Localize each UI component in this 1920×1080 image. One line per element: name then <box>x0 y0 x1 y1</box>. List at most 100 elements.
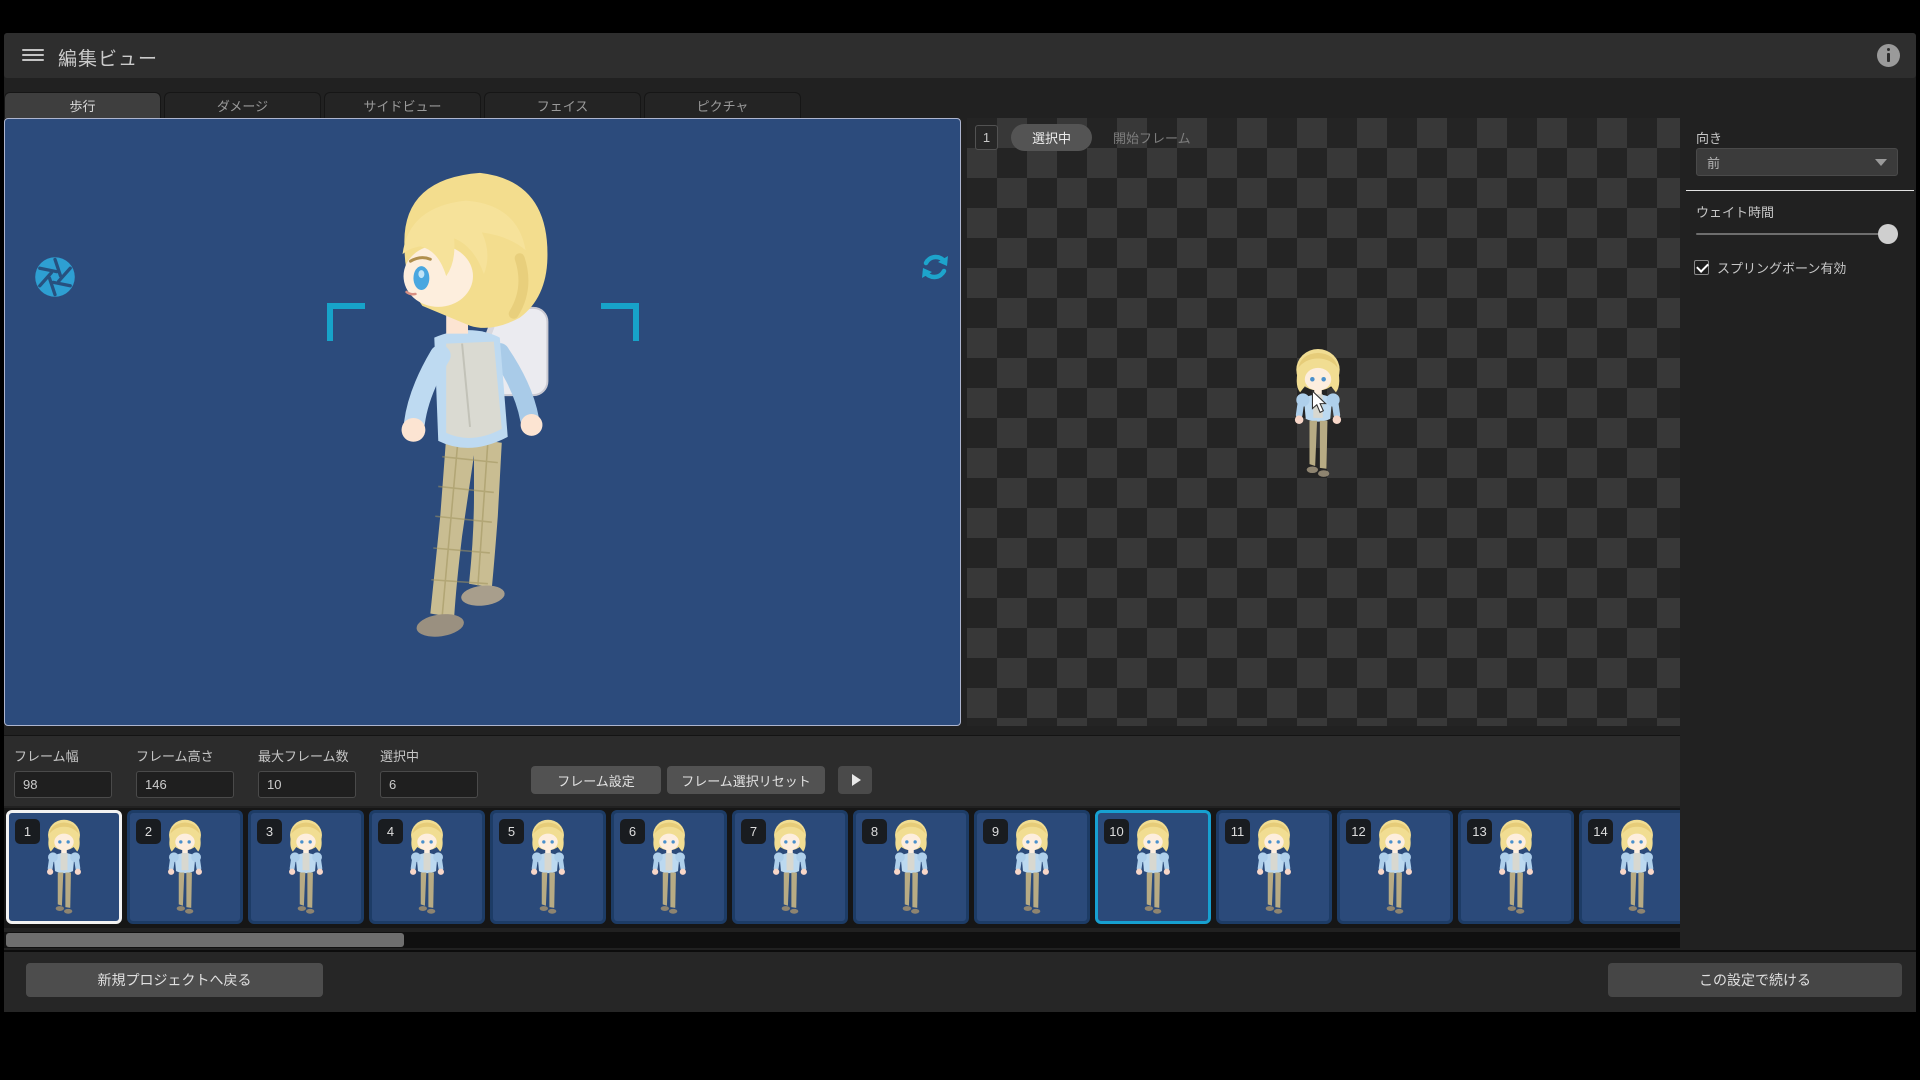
direction-label: 向き <box>1696 128 1722 147</box>
frame-number-badge: 1 <box>975 125 998 150</box>
fields: フレーム幅 98 フレーム高さ 146 最大フレーム数 10 選択中 6 <box>14 746 478 798</box>
tab-label: フェイス <box>537 96 589 115</box>
play-icon <box>852 774 861 786</box>
field-label: 最大フレーム数 <box>258 746 356 765</box>
horizontal-scrollbar[interactable] <box>4 932 1680 948</box>
tab-button[interactable]: ダメージ <box>164 92 321 118</box>
frame-number: 10 <box>1104 819 1129 844</box>
continue-button[interactable]: この設定で続ける <box>1608 963 1902 997</box>
frame-thumbnail <box>1610 817 1664 921</box>
animation-panel: 1 選択中 開始フレーム <box>967 118 1680 726</box>
spring-bone-label: スプリングボーン有効 <box>1717 258 1846 277</box>
frame-thumbnail <box>521 817 575 921</box>
frame-reset-button[interactable]: フレーム選択リセット <box>667 766 825 794</box>
field-input[interactable]: 98 <box>14 771 112 798</box>
play-button[interactable] <box>838 766 872 794</box>
filmstrip-frame[interactable]: 9 <box>974 810 1090 924</box>
filmstrip-frame[interactable]: 7 <box>732 810 848 924</box>
filmstrip-frame[interactable]: 14 <box>1579 810 1680 924</box>
frame-number: 5 <box>499 819 524 844</box>
wait-time-slider[interactable] <box>1696 224 1898 244</box>
frame-thumbnail <box>279 817 333 921</box>
field-label: フレーム高さ <box>136 746 234 765</box>
frame-number: 11 <box>1225 819 1250 844</box>
field-input[interactable]: 146 <box>136 771 234 798</box>
filmstrip-frame[interactable]: 5 <box>490 810 606 924</box>
wait-time-label: ウェイト時間 <box>1696 202 1774 221</box>
frame-number: 7 <box>741 819 766 844</box>
refresh-icon[interactable] <box>917 249 953 285</box>
slider-thumb[interactable] <box>1878 224 1898 244</box>
frame-thumbnail <box>37 817 91 921</box>
spring-bone-checkbox[interactable] <box>1694 260 1709 275</box>
frame-thumbnail <box>1247 817 1301 921</box>
frame-number: 13 <box>1467 819 1492 844</box>
frame-number: 6 <box>620 819 645 844</box>
filmstrip-frame[interactable]: 2 <box>127 810 243 924</box>
tab-label: 歩行 <box>69 96 95 115</box>
tab-button[interactable]: ピクチャ <box>644 92 801 118</box>
divider <box>1686 190 1914 191</box>
filmstrip-frame[interactable]: 1 <box>6 810 122 924</box>
filmstrip: 1 2 3 4 5 6 7 8 9 10 <box>4 808 1680 928</box>
frame-field: フレーム幅 98 <box>14 746 112 798</box>
frame-number: 2 <box>136 819 161 844</box>
slider-track <box>1696 233 1898 235</box>
frame-thumbnail <box>158 817 212 921</box>
selected-mode-button[interactable]: 選択中 <box>1011 124 1092 151</box>
frame-number: 4 <box>378 819 403 844</box>
field-input[interactable]: 6 <box>380 771 478 798</box>
character-preview <box>341 159 603 675</box>
frame-thumbnail <box>1005 817 1059 921</box>
filmstrip-frame[interactable]: 11 <box>1216 810 1332 924</box>
animation-character <box>1285 344 1351 488</box>
filmstrip-frame[interactable]: 8 <box>853 810 969 924</box>
filmstrip-frame[interactable]: 13 <box>1458 810 1574 924</box>
frame-thumbnail <box>1489 817 1543 921</box>
filmstrip-frame[interactable]: 10 <box>1095 810 1211 924</box>
tab-button[interactable]: 歩行 <box>4 92 161 118</box>
tab-label: ピクチャ <box>697 96 749 115</box>
tab-bar: 歩行 ダメージ サイドビュー フェイス ピクチャ <box>4 92 801 118</box>
frame-field: 選択中 6 <box>380 746 478 798</box>
scrollbar-thumb[interactable] <box>6 933 404 947</box>
back-to-project-button[interactable]: 新規プロジェクトへ戻る <box>26 963 323 997</box>
crop-corner-icon <box>601 303 639 341</box>
frame-controls-bar: フレーム幅 98 フレーム高さ 146 最大フレーム数 10 選択中 6 フレー… <box>4 735 1680 806</box>
footer-bar: 新規プロジェクトへ戻る この設定で続ける <box>4 950 1916 1012</box>
mouse-cursor <box>1311 390 1327 414</box>
field-label: 選択中 <box>380 746 478 765</box>
frame-number: 3 <box>257 819 282 844</box>
direction-value: 前 <box>1707 153 1875 172</box>
info-icon[interactable] <box>1877 44 1900 67</box>
title-bar: 編集ビュー <box>4 33 1916 78</box>
spring-bone-row: スプリングボーン有効 <box>1694 258 1846 277</box>
filmstrip-frame[interactable]: 6 <box>611 810 727 924</box>
app: 編集ビュー 歩行 ダメージ サイドビュー フェイス ピクチャ <box>0 0 1920 1080</box>
page-title: 編集ビュー <box>58 44 158 71</box>
tab-label: ダメージ <box>217 96 268 115</box>
field-label: フレーム幅 <box>14 746 112 765</box>
direction-select[interactable]: 前 <box>1696 148 1898 176</box>
menu-icon[interactable] <box>22 46 44 64</box>
filmstrip-frame[interactable]: 4 <box>369 810 485 924</box>
frame-thumbnail <box>1368 817 1422 921</box>
tab-button[interactable]: フェイス <box>484 92 641 118</box>
frame-field: 最大フレーム数 10 <box>258 746 356 798</box>
tab-button[interactable]: サイドビュー <box>324 92 481 118</box>
filmstrip-frame[interactable]: 3 <box>248 810 364 924</box>
preview-panel <box>4 118 961 726</box>
tab-label: サイドビュー <box>363 96 441 115</box>
aperture-icon[interactable] <box>33 255 77 299</box>
frame-number: 14 <box>1588 819 1613 844</box>
frame-field: フレーム高さ 146 <box>136 746 234 798</box>
frame-thumbnail <box>1126 817 1180 921</box>
start-frame-mode-button[interactable]: 開始フレーム <box>1113 124 1191 151</box>
chevron-down-icon <box>1875 159 1887 166</box>
filmstrip-frame[interactable]: 12 <box>1337 810 1453 924</box>
frame-set-button[interactable]: フレーム設定 <box>531 766 661 794</box>
frame-thumbnail <box>763 817 817 921</box>
frame-thumbnail <box>642 817 696 921</box>
field-input[interactable]: 10 <box>258 771 356 798</box>
frame-thumbnail <box>400 817 454 921</box>
